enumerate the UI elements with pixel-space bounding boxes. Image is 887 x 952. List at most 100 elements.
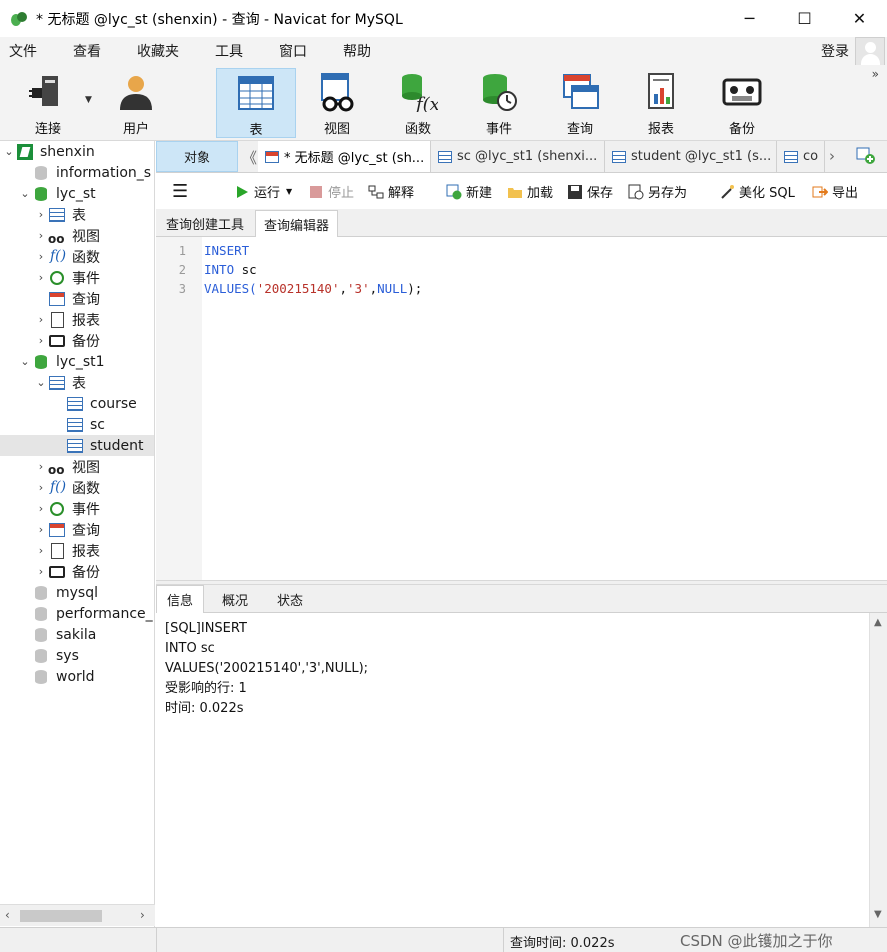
tabs-scroll-left-icon[interactable]: 《 <box>242 147 257 168</box>
explain-button[interactable]: 解释 <box>368 182 414 201</box>
sql-keyword: NULL <box>377 281 408 296</box>
scroll-down-icon[interactable]: ▼ <box>874 909 882 920</box>
run-button[interactable]: 运行 ▼ <box>234 182 292 201</box>
expand-icon[interactable]: › <box>34 544 48 557</box>
expand-icon[interactable]: › <box>34 271 48 284</box>
avatar[interactable] <box>855 37 885 67</box>
tree-events[interactable]: › 事件 <box>0 498 154 519</box>
scroll-right-icon[interactable]: › <box>140 908 145 922</box>
tree-queries[interactable]: › 查询 <box>0 519 154 540</box>
tree-db-world[interactable]: world <box>0 666 154 687</box>
expand-icon[interactable]: › <box>34 460 48 473</box>
tabs-scroll-right-icon[interactable]: › <box>829 147 835 165</box>
menu-file[interactable]: 文件 <box>0 41 48 61</box>
save-as-button[interactable]: 另存为 <box>628 182 687 201</box>
new-tab-icon[interactable] <box>856 147 876 165</box>
user-button[interactable]: 用户 <box>96 68 176 138</box>
menu-favorites[interactable]: 收藏夹 <box>128 41 190 61</box>
tree-functions[interactable]: › f() 函数 <box>0 477 154 498</box>
run-dropdown-icon[interactable]: ▼ <box>286 187 292 196</box>
tab-query-builder[interactable]: 查询创建工具 <box>158 210 252 237</box>
menu-view[interactable]: 查看 <box>64 41 112 61</box>
tree-reports[interactable]: › 报表 <box>0 540 154 561</box>
report-button[interactable]: 报表 <box>621 68 701 138</box>
query-button[interactable]: 查询 <box>540 68 620 138</box>
expand-icon[interactable]: › <box>34 313 48 326</box>
maximize-button[interactable]: ☐ <box>777 0 832 37</box>
tab-student-table[interactable]: student @lyc_st1 (s... <box>605 141 777 172</box>
tree-views[interactable]: › oo 视图 <box>0 456 154 477</box>
tab-objects[interactable]: 对象 <box>156 141 238 172</box>
collapse-icon[interactable]: ⌄ <box>18 187 32 200</box>
collapse-icon[interactable]: ⌄ <box>18 355 32 368</box>
expand-icon[interactable]: › <box>34 481 48 494</box>
tab-status[interactable]: 状态 <box>267 585 313 613</box>
tab-message[interactable]: 信息 <box>156 585 205 613</box>
tree-db-performance[interactable]: performance_ <box>0 603 154 624</box>
close-button[interactable]: ✕ <box>832 0 887 37</box>
toolbar-more-icon[interactable]: » <box>872 67 879 81</box>
result-vertical-scrollbar[interactable]: ▲ ▼ <box>869 613 887 927</box>
scroll-left-icon[interactable]: ‹ <box>5 908 10 922</box>
tree-db-sakila[interactable]: sakila <box>0 624 154 645</box>
expand-icon[interactable]: › <box>34 502 48 515</box>
export-button[interactable]: 导出 <box>812 182 858 201</box>
tab-untitled-query[interactable]: * 无标题 @lyc_st (sh... <box>258 141 431 172</box>
expand-icon[interactable]: › <box>34 523 48 536</box>
tree-views[interactable]: › oo 视图 <box>0 225 154 246</box>
tree-connection-shenxin[interactable]: ⌄ shenxin <box>0 141 154 162</box>
table-button[interactable]: 表 <box>216 68 296 138</box>
minimize-button[interactable]: ─ <box>722 0 777 37</box>
sidebar-horizontal-scrollbar[interactable]: ‹ › <box>0 904 155 926</box>
menu-tools[interactable]: 工具 <box>206 41 254 61</box>
menu-help[interactable]: 帮助 <box>334 41 382 61</box>
menu-window[interactable]: 窗口 <box>270 41 318 61</box>
tree-db-lyc-st[interactable]: ⌄ lyc_st <box>0 183 154 204</box>
collapse-icon[interactable]: ⌄ <box>34 376 48 389</box>
hamburger-menu-icon[interactable]: ☰ <box>172 181 188 202</box>
sql-editor[interactable]: 1 2 3 INSERT INTO sc VALUES('200215140',… <box>156 237 887 580</box>
backup-button[interactable]: 备份 <box>702 68 782 138</box>
tree-table-student[interactable]: student <box>0 435 154 456</box>
stop-button[interactable]: 停止 <box>308 182 354 201</box>
login-link[interactable]: 登录 <box>821 41 849 61</box>
tab-course-table[interactable]: co <box>777 141 825 172</box>
view-button[interactable]: 视图 <box>297 68 377 138</box>
tree-db-information-schema[interactable]: information_s <box>0 162 154 183</box>
tree-reports[interactable]: › 报表 <box>0 309 154 330</box>
new-query-button[interactable]: 新建 <box>446 182 492 201</box>
query-toolbar: ☰ 运行 ▼ 停止 解释 新建 加载 保存 另存为 美化 SQL 导出 <box>156 173 887 209</box>
tree-db-sys[interactable]: sys <box>0 645 154 666</box>
tree-db-lyc-st1[interactable]: ⌄ lyc_st1 <box>0 351 154 372</box>
tree-functions[interactable]: › f() 函数 <box>0 246 154 267</box>
tree-db-mysql[interactable]: mysql <box>0 582 154 603</box>
expand-icon[interactable]: › <box>34 565 48 578</box>
expand-icon[interactable]: › <box>34 250 48 263</box>
tab-query-editor[interactable]: 查询编辑器 <box>255 210 339 237</box>
tree-backups[interactable]: › 备份 <box>0 561 154 582</box>
function-icon: f(x) <box>398 72 447 115</box>
expand-icon[interactable]: › <box>34 208 48 221</box>
tree-tables[interactable]: ⌄ 表 <box>0 372 154 393</box>
tree-queries[interactable]: 查询 <box>0 288 154 309</box>
load-button[interactable]: 加载 <box>507 182 553 201</box>
tree-table-course[interactable]: course <box>0 393 154 414</box>
tab-sc-table[interactable]: sc @lyc_st1 (shenxi... <box>431 141 605 172</box>
tree-backups[interactable]: › 备份 <box>0 330 154 351</box>
event-button[interactable]: 事件 <box>459 68 539 138</box>
tree-events[interactable]: › 事件 <box>0 267 154 288</box>
scroll-up-icon[interactable]: ▲ <box>874 617 882 628</box>
expand-icon[interactable]: › <box>34 229 48 242</box>
save-button[interactable]: 保存 <box>567 182 613 201</box>
beautify-sql-button[interactable]: 美化 SQL <box>719 182 795 201</box>
connection-button[interactable]: 连接 <box>8 68 88 138</box>
folder-icon <box>507 184 523 200</box>
connection-dropdown-icon[interactable]: ▼ <box>85 95 92 105</box>
tab-profile[interactable]: 概况 <box>212 585 258 613</box>
tree-table-sc[interactable]: sc <box>0 414 154 435</box>
scrollbar-thumb[interactable] <box>20 910 102 922</box>
function-button[interactable]: f(x) 函数 <box>378 68 458 138</box>
expand-icon[interactable]: › <box>34 334 48 347</box>
tree-tables[interactable]: › 表 <box>0 204 154 225</box>
collapse-icon[interactable]: ⌄ <box>2 145 16 158</box>
